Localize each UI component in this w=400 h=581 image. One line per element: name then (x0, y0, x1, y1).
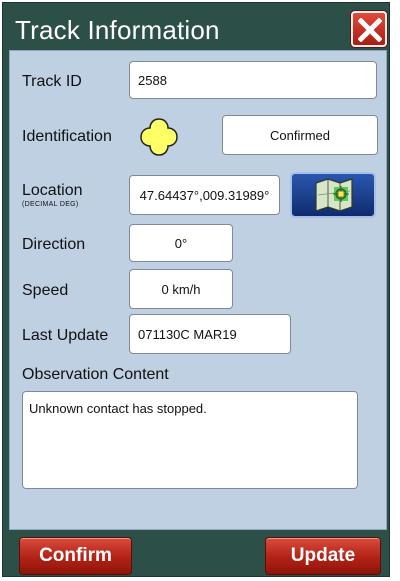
confirm-button[interactable]: Confirm (19, 537, 132, 575)
update-button[interactable]: Update (265, 537, 381, 575)
direction-label: Direction (22, 236, 86, 253)
close-x-icon (358, 18, 382, 42)
unknown-contact-symbol-icon (140, 118, 178, 156)
location-label: Location (22, 182, 83, 199)
direction-field[interactable]: 0° (129, 224, 233, 262)
location-field[interactable]: 47.64437°,009.31989° (129, 175, 280, 215)
observation-content-textarea[interactable]: Unknown contact has stopped. (22, 391, 358, 489)
last-update-label: Last Update (22, 327, 109, 344)
track-id-field[interactable]: 2588 (129, 61, 377, 99)
window-title: Track Information (15, 15, 220, 45)
close-button[interactable] (351, 11, 387, 47)
last-update-field[interactable]: 071130C MAR19 (129, 314, 291, 354)
location-unit-label: (DECIMAL DEG) (22, 201, 79, 208)
speed-label: Speed (22, 282, 69, 299)
track-details-panel: Track ID 2588 Identification Confirmed L… (9, 50, 387, 530)
map-button[interactable] (290, 172, 376, 218)
map-target-icon (315, 178, 353, 212)
identification-label: Identification (22, 128, 112, 145)
observation-content-label: Observation Content (22, 366, 169, 383)
track-id-label: Track ID (22, 73, 82, 90)
identification-field[interactable]: Confirmed (222, 115, 378, 155)
speed-field[interactable]: 0 km/h (129, 269, 233, 309)
